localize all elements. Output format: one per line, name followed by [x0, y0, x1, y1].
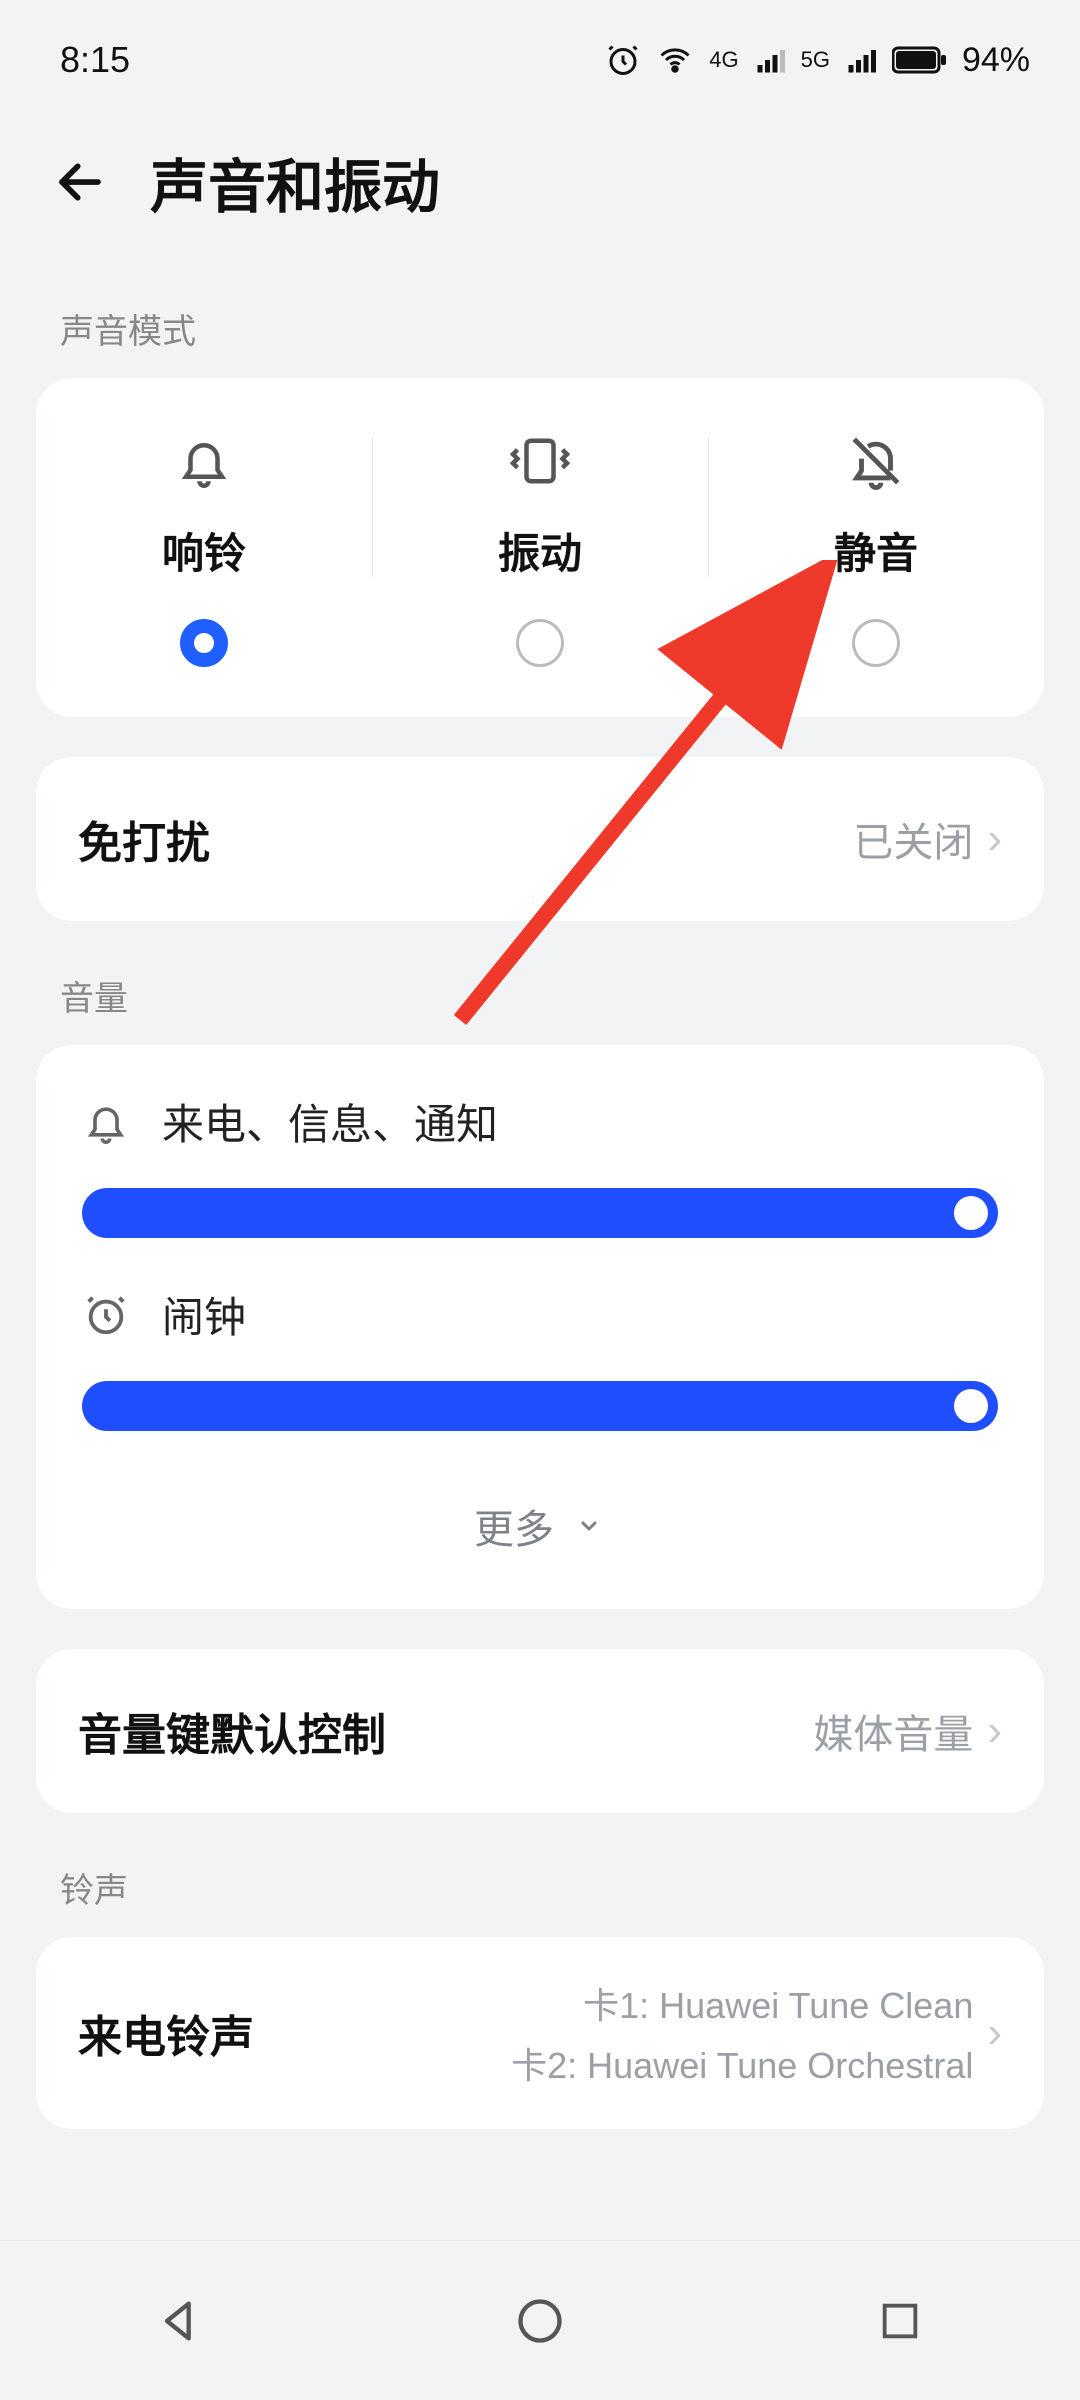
volume-card: 来电、信息、通知 闹钟 更多 [36, 1045, 1044, 1609]
section-label-sound-mode: 声音模式 [0, 254, 1080, 378]
status-time: 8:15 [60, 39, 130, 81]
volume-alarm-label: 闹钟 [162, 1284, 246, 1345]
dnd-value: 已关闭 [853, 810, 973, 868]
volume-key-row[interactable]: 音量键默认控制 媒体音量 › [36, 1649, 1044, 1813]
nav-back-button[interactable] [80, 2261, 280, 2381]
mode-ring-label: 响铃 [162, 520, 246, 581]
mode-silent-label: 静音 [834, 520, 918, 581]
net2-label: 5G [801, 47, 830, 73]
slider-thumb [954, 1389, 988, 1423]
ringtone-sim2: 卡2: Huawei Tune Orchestral [511, 2037, 973, 2089]
mode-vibrate-label: 振动 [498, 520, 582, 581]
dnd-row[interactable]: 免打扰 已关闭 › [36, 757, 1044, 921]
bell-outline-icon [82, 1098, 130, 1146]
clock-icon [82, 1291, 130, 1339]
ringtone-row[interactable]: 来电铃声 卡1: Huawei Tune Clean 卡2: Huawei Tu… [36, 1937, 1044, 2129]
ringtone-sim1: 卡1: Huawei Tune Clean [511, 1977, 973, 2029]
back-button[interactable] [50, 152, 110, 212]
section-label-ringtone: 铃声 [0, 1813, 1080, 1937]
volume-more-button[interactable]: 更多 [82, 1477, 998, 1585]
dnd-card: 免打扰 已关闭 › [36, 757, 1044, 921]
chevron-right-icon: › [987, 814, 1002, 864]
battery-pct: 94% [962, 41, 1030, 80]
navigation-bar [0, 2240, 1080, 2400]
circle-home-icon [514, 2295, 566, 2347]
section-label-volume: 音量 [0, 921, 1080, 1045]
nav-recent-button[interactable] [800, 2261, 1000, 2381]
slider-thumb [954, 1196, 988, 1230]
net1-label: 4G [709, 47, 738, 73]
square-recent-icon [877, 2298, 923, 2344]
triangle-back-icon [154, 2295, 206, 2347]
status-bar: 8:15 4G 5G 94% [0, 0, 1080, 100]
page-title: 声音和振动 [150, 140, 440, 224]
chevron-right-icon: › [987, 2008, 1002, 2058]
volume-alarm-slider[interactable] [82, 1381, 998, 1431]
sound-mode-card: 响铃 振动 静音 [36, 378, 1044, 717]
volume-more-label: 更多 [474, 1497, 554, 1555]
alarm-icon [605, 42, 641, 78]
radio-ring [180, 619, 228, 667]
mode-silent[interactable]: 静音 [708, 428, 1044, 667]
volume-key-title: 音量键默认控制 [78, 1699, 386, 1763]
vibrate-icon [504, 428, 576, 494]
volume-key-value: 媒体音量 [813, 1702, 973, 1760]
battery-icon [892, 45, 948, 75]
mode-ring[interactable]: 响铃 [36, 428, 372, 667]
radio-silent [852, 619, 900, 667]
chevron-down-icon [572, 1514, 606, 1538]
dnd-title: 免打扰 [78, 807, 210, 871]
bell-icon [177, 428, 231, 494]
signal1-icon [753, 45, 787, 75]
ringtone-title: 来电铃声 [78, 2001, 254, 2065]
wifi-icon [655, 42, 695, 78]
status-icons: 4G 5G 94% [605, 41, 1030, 80]
header: 声音和振动 [0, 100, 1080, 254]
signal2-icon [844, 45, 878, 75]
nav-home-button[interactable] [440, 2261, 640, 2381]
radio-vibrate [516, 619, 564, 667]
volume-key-card: 音量键默认控制 媒体音量 › [36, 1649, 1044, 1813]
volume-ring-label: 来电、信息、通知 [162, 1091, 498, 1152]
mode-vibrate[interactable]: 振动 [372, 428, 708, 667]
volume-ring-item: 来电、信息、通知 [82, 1091, 998, 1238]
chevron-right-icon: › [987, 1706, 1002, 1756]
bell-off-icon [846, 428, 906, 494]
volume-alarm-item: 闹钟 [82, 1284, 998, 1431]
volume-ring-slider[interactable] [82, 1188, 998, 1238]
ringtone-card: 来电铃声 卡1: Huawei Tune Clean 卡2: Huawei Tu… [36, 1937, 1044, 2129]
back-arrow-icon [53, 155, 107, 209]
